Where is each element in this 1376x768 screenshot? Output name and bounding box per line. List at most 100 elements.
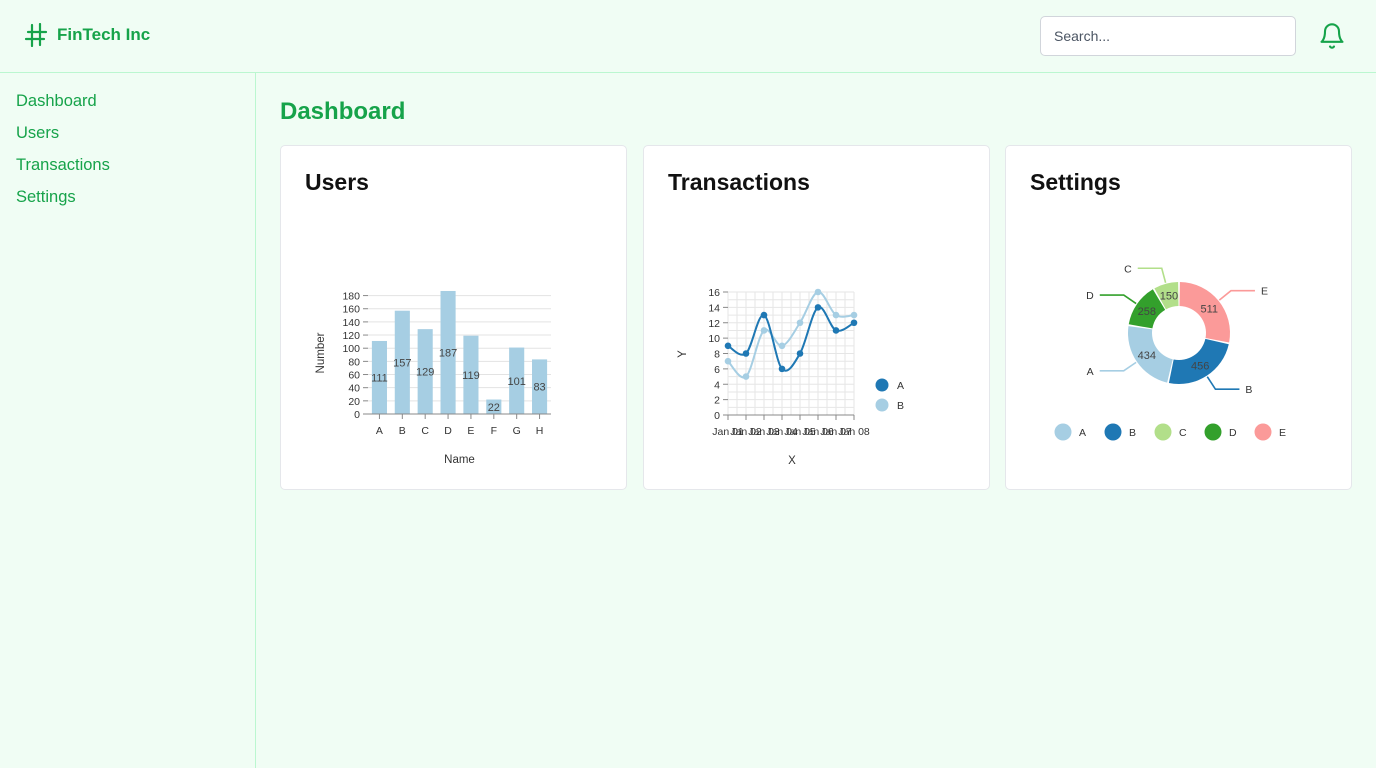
- legend-swatch-E: [1254, 423, 1272, 441]
- y-tick-label: 16: [708, 287, 720, 299]
- legend-label-C: C: [1179, 427, 1187, 439]
- legend-swatch-B: [1104, 423, 1122, 441]
- series-point-B: [796, 319, 804, 327]
- slice-value-label: 511: [1200, 303, 1218, 315]
- y-tick-label: 180: [342, 291, 360, 303]
- y-axis-label: Number: [315, 332, 327, 373]
- series-point-A: [832, 327, 840, 334]
- users-bar-chart: 0204060 80100120140160180 111 A 157 B 129 C 187 D…: [315, 291, 551, 466]
- y-tick-label: 4: [714, 379, 720, 391]
- y-tick-label: 14: [708, 302, 720, 314]
- sidebar: Dashboard Users Transactions Settings: [0, 73, 256, 768]
- bar-value-label: 22: [488, 402, 500, 414]
- slice-category-label: B: [1245, 384, 1252, 396]
- y-tick-label: 80: [348, 356, 360, 368]
- settings-card: Settings 511 E 456 B 434 A 258 D 150 C A B C D E: [1005, 145, 1352, 490]
- y-tick-label: 120: [342, 330, 360, 342]
- slice-value-label: 258: [1138, 306, 1156, 318]
- transactions-line-chart: 0246810121416Jan 01Jan 02Jan 03Jan 04Jan…: [677, 287, 904, 467]
- series-point-A: [796, 350, 804, 357]
- y-tick-label: 0: [354, 409, 360, 421]
- search-input[interactable]: [1040, 16, 1296, 56]
- series-point-A: [724, 342, 732, 350]
- x-tick-label: A: [376, 425, 383, 437]
- y-axis-label: Y: [677, 350, 689, 358]
- series-point-B: [760, 327, 768, 334]
- bell-icon[interactable]: [1318, 22, 1346, 50]
- x-tick-label: G: [513, 425, 521, 437]
- sidebar-item-users[interactable]: Users: [16, 124, 59, 143]
- slice-category-label: E: [1261, 286, 1268, 298]
- slice-value-label: 456: [1191, 361, 1209, 373]
- brand-logo[interactable]: FinTech Inc: [24, 23, 150, 47]
- series-point-B: [724, 357, 732, 365]
- y-tick-label: 40: [348, 383, 360, 395]
- y-tick-label: 0: [714, 410, 720, 422]
- x-tick-label: C: [421, 425, 429, 437]
- slice-leader-line: [1206, 376, 1240, 391]
- bar-value-label: 83: [533, 382, 545, 394]
- slice-value-label: 150: [1160, 290, 1178, 302]
- series-point-A: [814, 304, 822, 311]
- y-tick-label: 140: [342, 317, 360, 329]
- y-tick-label: 10: [708, 333, 720, 345]
- bar-value-label: 129: [416, 367, 434, 379]
- series-point-A: [778, 365, 786, 373]
- bar-value-label: 101: [508, 376, 526, 388]
- y-tick-label: 6: [714, 364, 720, 376]
- x-tick-label: B: [399, 425, 406, 437]
- series-point-A: [742, 350, 750, 357]
- legend-label-B: B: [1129, 427, 1136, 439]
- legend-swatch-D: [1204, 423, 1222, 441]
- y-tick-label: 12: [708, 318, 720, 330]
- x-tick-label: D: [444, 425, 452, 437]
- series-point-B: [832, 311, 840, 319]
- sidebar-item-settings[interactable]: Settings: [16, 188, 76, 207]
- series-point-B: [778, 342, 786, 350]
- legend-swatch-C: [1154, 423, 1172, 441]
- settings-donut-chart: 511 E 456 B 434 A 258 D 150 C A B C D E: [1054, 263, 1286, 441]
- x-tick-label: E: [467, 425, 474, 437]
- slice-value-label: 434: [1138, 350, 1156, 362]
- y-tick-label: 100: [342, 343, 360, 355]
- legend-label-B: B: [897, 400, 904, 412]
- slice-category-label: D: [1086, 290, 1094, 302]
- bar-value-label: 111: [371, 372, 388, 384]
- y-tick-label: 8: [714, 349, 720, 361]
- legend-swatch-B: [875, 398, 889, 412]
- bar-value-label: 119: [462, 370, 480, 382]
- slice-leader-line: [1099, 294, 1137, 305]
- top-bar: FinTech Inc: [0, 0, 1376, 73]
- series-point-A: [760, 311, 768, 319]
- legend-swatch-A: [1054, 423, 1072, 441]
- hashtag-icon: [24, 23, 48, 47]
- slice-leader-line: [1137, 267, 1167, 283]
- series-point-B: [850, 311, 858, 319]
- y-tick-label: 2: [714, 395, 720, 407]
- slice-category-label: C: [1124, 263, 1132, 275]
- bar-value-label: 157: [393, 357, 411, 369]
- sidebar-item-dashboard[interactable]: Dashboard: [16, 92, 97, 111]
- y-tick-label: 160: [342, 304, 360, 316]
- x-tick-label: H: [536, 425, 544, 437]
- y-tick-label: 20: [348, 396, 360, 408]
- slice-leader-line: [1218, 289, 1255, 301]
- x-tick-label: Jan 08: [838, 426, 870, 438]
- series-point-B: [814, 288, 822, 296]
- brand-name: FinTech Inc: [57, 25, 151, 44]
- x-tick-label: F: [491, 425, 497, 437]
- slice-category-label: A: [1087, 366, 1094, 378]
- series-point-B: [742, 373, 750, 380]
- series-point-A: [850, 319, 858, 327]
- legend-label-A: A: [897, 380, 904, 392]
- x-axis-label: X: [788, 455, 796, 467]
- transactions-card: Transactions 0 2 4 6 8 10 12 14 16 Jan 01 Jan 02 Ja…: [643, 145, 990, 490]
- x-axis-label: Name: [444, 454, 475, 466]
- legend-label-E: E: [1279, 427, 1286, 439]
- sidebar-item-transactions[interactable]: Transactions: [16, 156, 110, 175]
- legend-label-A: A: [1079, 427, 1086, 439]
- y-tick-label: 60: [348, 370, 360, 382]
- slice-leader-line: [1099, 361, 1137, 372]
- users-card: Users 0 20 40 60 80 100 120 140 160 180 111 A 157 B 12…: [280, 145, 627, 490]
- legend-label-D: D: [1229, 427, 1237, 439]
